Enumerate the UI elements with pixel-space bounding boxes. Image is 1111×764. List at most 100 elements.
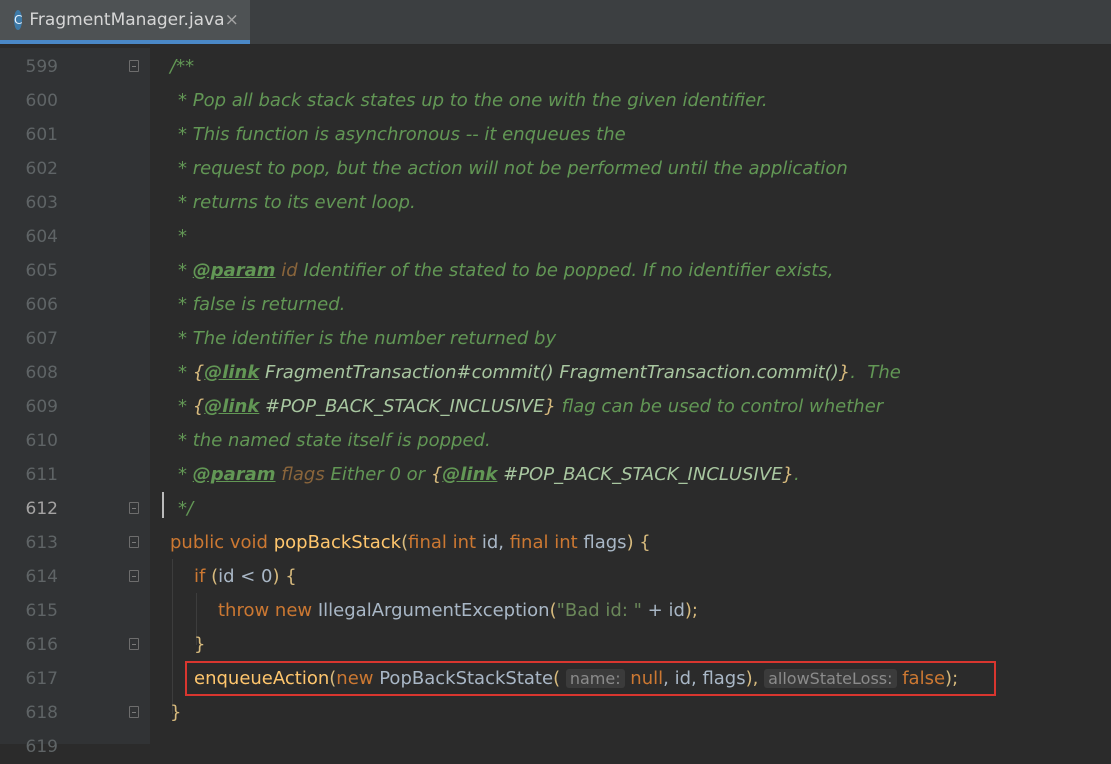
keyword: public void	[170, 532, 274, 553]
comment-line: * {@link FragmentTransaction#commit() Fr…	[178, 356, 901, 390]
link-open-brace: {	[192, 396, 205, 417]
comment-line: * {@link #POP_BACK_STACK_INCLUSIVE} flag…	[178, 390, 883, 424]
line-number: 601	[25, 125, 58, 145]
code-line: 609 * {@link #POP_BACK_STACK_INCLUSIVE} …	[0, 390, 1111, 424]
identifier: , id, flags	[663, 668, 746, 689]
javadoc-tag[interactable]: @param	[193, 464, 276, 485]
comment-text: Identifier of the stated to be popped. I…	[297, 260, 834, 281]
editor-tab-bar: C FragmentManager.java ×	[0, 0, 1111, 45]
fold-icon[interactable]	[129, 60, 139, 72]
code-statement: if (id < 0) {	[194, 560, 297, 594]
line-number: 610	[25, 431, 58, 451]
identifier: id < 0	[218, 566, 273, 587]
code-line: 613 public void popBackStack(final int i…	[0, 526, 1111, 560]
text-caret	[162, 492, 164, 518]
comment-star: *	[178, 396, 193, 417]
fold-icon[interactable]	[129, 536, 139, 548]
javadoc-tag[interactable]: @link	[204, 396, 259, 417]
closing-brace: }	[194, 634, 206, 655]
link-close-brace: }	[544, 396, 556, 417]
line-number: 609	[25, 397, 58, 417]
link-open-brace: {	[430, 464, 443, 485]
keyword: null	[624, 668, 664, 689]
param-name: flags	[275, 464, 325, 485]
tab-fragmentmanager-java[interactable]: C FragmentManager.java ×	[0, 0, 250, 44]
link-close-brace: }	[782, 464, 794, 485]
code-statement: enqueueAction(new PopBackStackState( nam…	[194, 662, 958, 696]
fold-icon[interactable]	[129, 638, 139, 650]
line-number: 617	[25, 669, 58, 689]
javadoc-tag[interactable]: @param	[193, 260, 276, 281]
paren: );	[945, 668, 959, 689]
string-literal: "Bad id: "	[556, 600, 642, 621]
keyword: if	[194, 566, 212, 587]
line-number: 604	[25, 227, 58, 247]
link-reference[interactable]: #POP_BACK_STACK_INCLUSIVE	[497, 464, 782, 485]
comment-text: Either 0 or	[324, 464, 431, 485]
paren: ),	[745, 668, 765, 689]
comment-text: * Pop all back stack states up to the on…	[178, 90, 768, 111]
param-name: id	[275, 260, 298, 281]
link-close-brace: }	[838, 362, 851, 383]
line-number: 615	[25, 601, 58, 621]
closing-brace: }	[170, 702, 182, 723]
method-call[interactable]: enqueueAction	[194, 668, 329, 689]
paren: ) {	[626, 532, 651, 553]
line-number: 607	[25, 329, 58, 349]
code-line: 604 *	[0, 220, 1111, 254]
line-number: 602	[25, 159, 58, 179]
comment-text: * This function is asynchronous -- it en…	[178, 124, 626, 145]
comment-text: .	[793, 464, 800, 485]
paren: (	[553, 668, 566, 689]
fold-icon[interactable]	[129, 570, 139, 582]
keyword: final int	[408, 532, 482, 553]
javadoc-tag[interactable]: @link	[442, 464, 497, 485]
comment-text: */	[178, 498, 194, 519]
code-line: 600 * Pop all back stack states up to th…	[0, 84, 1111, 118]
keyword: false	[896, 668, 946, 689]
identifier: id,	[481, 532, 510, 553]
code-line: 616 }	[0, 628, 1111, 662]
java-class-icon: C	[14, 10, 23, 30]
line-number: 608	[25, 363, 58, 383]
code-editor[interactable]: 599 /** 600 * Pop all back stack states …	[0, 48, 1111, 757]
line-number: 606	[25, 295, 58, 315]
comment-text: * false is returned.	[178, 294, 346, 315]
comment-text: *	[178, 226, 187, 247]
class-name[interactable]: PopBackStackState	[379, 668, 553, 689]
comment-text: * the named state itself is popped.	[178, 430, 491, 451]
line-number: 605	[25, 261, 58, 281]
link-reference[interactable]: #POP_BACK_STACK_INCLUSIVE	[259, 396, 544, 417]
keyword: throw new	[218, 600, 318, 621]
code-line: 610 * the named state itself is popped.	[0, 424, 1111, 458]
code-line: 608 * {@link FragmentTransaction#commit(…	[0, 356, 1111, 390]
comment-text: * returns to its event loop.	[178, 192, 416, 213]
code-statement: throw new IllegalArgumentException("Bad …	[218, 594, 698, 628]
comment-text: flag can be used to control whether	[555, 396, 884, 417]
comment-star: *	[178, 260, 193, 281]
code-line: 603 * returns to its event loop.	[0, 186, 1111, 220]
code-line: 619	[0, 730, 1111, 764]
line-number: 616	[25, 635, 58, 655]
fold-icon[interactable]	[129, 706, 139, 718]
class-name[interactable]: IllegalArgumentException	[318, 600, 550, 621]
keyword: final int	[509, 532, 584, 553]
comment-text: . The	[850, 362, 901, 383]
method-name[interactable]: popBackStack	[274, 532, 401, 553]
tab-label: FragmentManager.java	[29, 10, 225, 30]
identifier: flags	[583, 532, 627, 553]
code-line: 615 throw new IllegalArgumentException("…	[0, 594, 1111, 628]
code-line: 605 * @param id Identifier of the stated…	[0, 254, 1111, 288]
fold-icon[interactable]	[129, 502, 139, 514]
paren: );	[684, 600, 698, 621]
close-icon[interactable]: ×	[225, 10, 239, 30]
comment-star: *	[178, 362, 193, 383]
comment-star: *	[178, 464, 193, 485]
javadoc-tag[interactable]: @link	[204, 362, 259, 383]
code-line: 612 */	[0, 492, 1111, 526]
link-reference[interactable]: FragmentTransaction#commit() FragmentTra…	[259, 362, 839, 383]
code-line: 602 * request to pop, but the action wil…	[0, 152, 1111, 186]
line-number: 611	[25, 465, 58, 485]
paren: ) {	[272, 566, 297, 587]
code-line: 618 }	[0, 696, 1111, 730]
